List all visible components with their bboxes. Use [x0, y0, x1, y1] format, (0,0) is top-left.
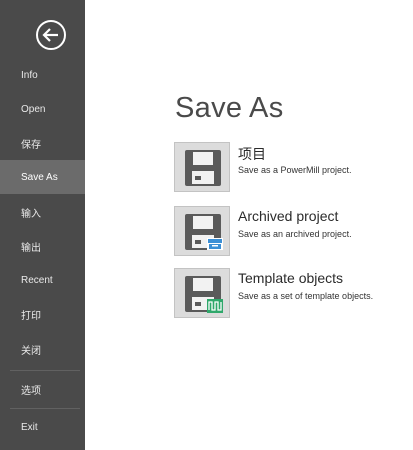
sidebar-item-label: 打印: [21, 310, 41, 322]
sidebar-item-save[interactable]: 保存: [0, 126, 85, 160]
option-title: 项目: [238, 146, 266, 162]
sidebar-divider: [10, 408, 80, 409]
sidebar-item-label: 关闭: [21, 345, 41, 357]
save-as-project-option[interactable]: 项目 Save as a PowerMill project.: [174, 142, 404, 198]
sidebar-item-open[interactable]: Open: [0, 92, 85, 126]
option-description: Save as a set of template objects.: [238, 291, 374, 301]
sidebar-item-label: Save As: [21, 171, 58, 183]
option-title: Archived project: [238, 208, 339, 224]
sidebar-item-label: 保存: [21, 139, 41, 151]
sidebar-item-label: 输出: [21, 242, 41, 254]
sidebar-item-label: 选项: [21, 385, 41, 397]
sidebar-item-recent[interactable]: Recent: [0, 263, 85, 297]
sidebar-divider: [10, 370, 80, 371]
sidebar-item-options[interactable]: 选项: [0, 372, 85, 406]
floppy-disk-icon: [174, 142, 230, 192]
sidebar-item-exit[interactable]: Exit: [0, 410, 85, 444]
sidebar-item-label: Exit: [21, 421, 38, 433]
option-description: Save as an archived project.: [238, 229, 352, 239]
option-description: Save as a PowerMill project.: [238, 165, 352, 175]
sidebar-item-label: Info: [21, 69, 38, 81]
sidebar-item-import[interactable]: 输入: [0, 195, 85, 229]
sidebar-item-export[interactable]: 输出: [0, 229, 85, 263]
floppy-disk-template-icon: [174, 268, 230, 318]
sidebar-item-info[interactable]: Info: [0, 58, 85, 92]
backstage-sidebar: Info Open 保存 Save As 输入 输出 Recent 打印 关闭 …: [0, 0, 85, 450]
sidebar-item-close[interactable]: 关闭: [0, 332, 85, 366]
sidebar-item-print[interactable]: 打印: [0, 297, 85, 331]
floppy-disk-archive-icon: [174, 206, 230, 256]
sidebar-item-label: Recent: [21, 274, 53, 286]
back-arrow-icon[interactable]: [35, 19, 67, 51]
sidebar-item-label: 输入: [21, 208, 41, 220]
sidebar-item-label: Open: [21, 103, 46, 115]
sidebar-item-save-as[interactable]: Save As: [0, 160, 85, 194]
save-as-archived-project-option[interactable]: Archived project Save as an archived pro…: [174, 206, 404, 262]
page-title: Save As: [175, 92, 284, 124]
save-as-template-objects-option[interactable]: Template objects Save as a set of templa…: [174, 268, 404, 324]
option-title: Template objects: [238, 270, 344, 286]
